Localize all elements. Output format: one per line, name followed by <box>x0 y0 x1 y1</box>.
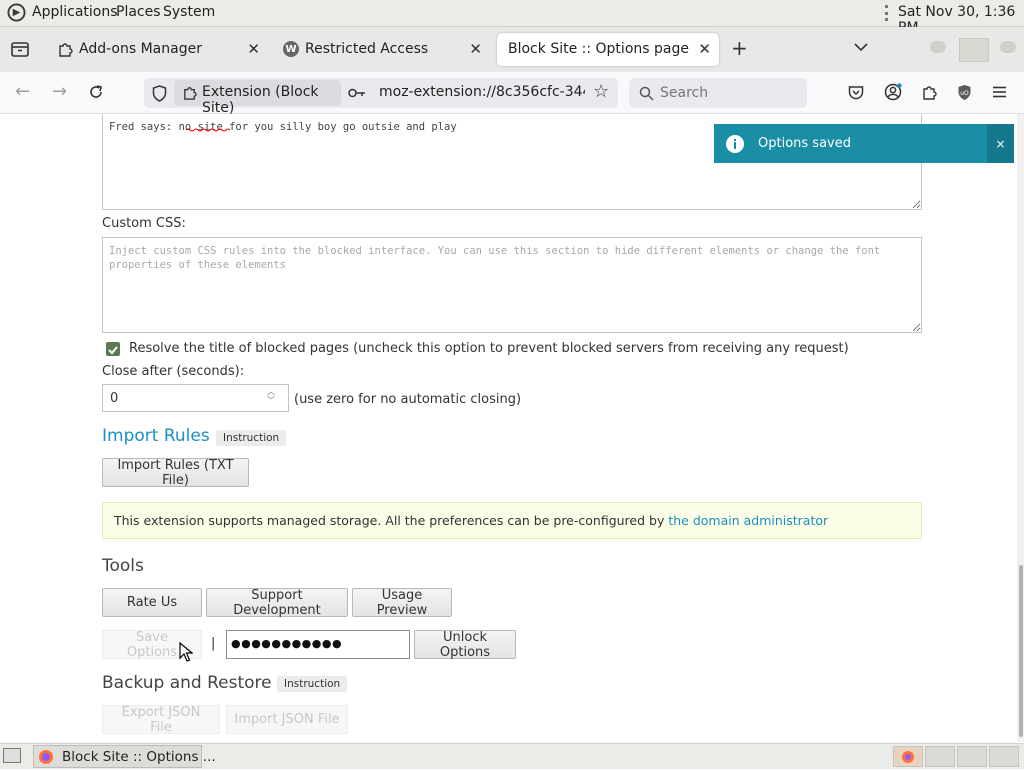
search-box[interactable]: Search <box>629 78 807 108</box>
password-input[interactable]: ●●●●●●●●●●● <box>226 630 410 659</box>
options-page: Fred says: no site for you silly boy go … <box>0 114 1024 742</box>
w-favicon-icon: W <box>283 41 299 57</box>
backup-restore-heading: Backup and Restore <box>102 673 272 693</box>
search-icon <box>639 86 654 101</box>
identity-label: Extension (Block Site) <box>202 84 319 116</box>
show-desktop-icon[interactable] <box>3 748 21 763</box>
search-placeholder: Search <box>660 85 709 101</box>
mouse-pointer-icon <box>179 642 193 662</box>
password-value: ●●●●●●●●●●● <box>231 637 343 650</box>
taskbar-window-button[interactable]: Block Site :: Options ... <box>33 745 216 768</box>
url-text[interactable]: moz-extension://8c356cfc-3449 <box>379 84 585 100</box>
info-icon <box>726 135 744 153</box>
puzzle-icon <box>59 43 73 57</box>
tab-title: Add-ons Manager <box>79 41 202 57</box>
bottom-taskbar: Block Site :: Options ... <box>0 743 1024 769</box>
custom-css-label: Custom CSS: <box>102 216 186 231</box>
managed-storage-notice: This extension supports managed storage.… <box>102 502 922 539</box>
workspace-3[interactable] <box>957 746 987 767</box>
close-after-input[interactable]: 0 ︿ ﹀ <box>102 384 289 412</box>
separator: | <box>211 636 216 651</box>
tab-title: Restricted Access <box>305 41 429 57</box>
close-tab-icon[interactable]: ✕ <box>698 40 711 58</box>
window-maximize-icon[interactable] <box>959 38 989 62</box>
nav-bar: ← → Extension (Block Site) moz-extension… <box>0 72 1024 116</box>
tab-restricted-access[interactable]: W Restricted Access ✕ <box>274 33 490 66</box>
close-after-hint: (use zero for no automatic closing) <box>294 392 522 407</box>
forward-icon[interactable]: → <box>52 81 67 102</box>
resolve-title-checkbox[interactable] <box>106 342 120 356</box>
top-panel: Applications Places System Sat Nov 30, 1… <box>0 0 1024 36</box>
checkmark-icon <box>108 346 118 355</box>
hamburger-menu-icon[interactable] <box>992 86 1007 98</box>
workspace-1[interactable] <box>893 746 923 767</box>
extensions-icon[interactable] <box>921 84 937 100</box>
new-tab-icon[interactable]: + <box>731 36 748 60</box>
scrollbar-thumb[interactable] <box>1019 565 1023 737</box>
account-icon[interactable] <box>884 83 902 101</box>
unlock-options-button[interactable]: Unlock Options <box>414 630 516 660</box>
instruction-badge[interactable]: Instruction <box>277 676 348 692</box>
toast-close-icon[interactable]: × <box>987 124 1014 163</box>
shield-icon[interactable] <box>152 85 167 102</box>
close-tab-icon[interactable]: ✕ <box>247 40 260 58</box>
distro-logo-icon[interactable] <box>7 3 26 22</box>
puzzle-icon <box>184 87 197 100</box>
ublock-icon[interactable]: uO <box>957 84 972 101</box>
list-all-tabs-icon[interactable] <box>854 43 868 52</box>
instruction-badge[interactable]: Instruction <box>216 430 287 446</box>
rate-us-button[interactable]: Rate Us <box>102 588 202 617</box>
export-json-button[interactable]: Export JSON File <box>102 705 220 735</box>
resolve-title-label[interactable]: Resolve the title of blocked pages (unch… <box>129 341 849 356</box>
tab-block-site-options[interactable]: Block Site :: Options page ✕ <box>497 33 719 66</box>
taskbar-window-title: Block Site :: Options ... <box>62 749 216 765</box>
firefox-view-icon[interactable] <box>11 41 29 57</box>
managed-notice-text: This extension supports managed storage.… <box>114 513 669 528</box>
import-json-button[interactable]: Import JSON File <box>226 705 348 734</box>
import-rules-button[interactable]: Import Rules (TXT File) <box>102 458 249 488</box>
close-tab-icon[interactable]: ✕ <box>469 40 482 58</box>
close-after-value: 0 <box>110 391 119 406</box>
firefox-icon <box>902 751 914 763</box>
options-saved-toast: Options saved × <box>714 124 1014 163</box>
custom-css-textarea[interactable] <box>102 237 922 333</box>
identity-box[interactable]: Extension (Block Site) <box>174 80 341 116</box>
firefox-icon <box>39 750 53 764</box>
reload-icon[interactable] <box>88 84 104 100</box>
key-icon[interactable] <box>348 88 366 98</box>
spellcheck-underline <box>186 128 230 132</box>
pocket-icon[interactable] <box>848 85 864 100</box>
bookmark-star-icon[interactable]: ☆ <box>593 81 609 102</box>
workspace-2[interactable] <box>925 746 955 767</box>
domain-administrator-link[interactable]: the domain administrator <box>668 513 828 528</box>
places-menu[interactable]: Places <box>116 4 161 20</box>
close-after-label: Close after (seconds): <box>102 364 245 379</box>
workspace-4[interactable] <box>989 746 1019 767</box>
applications-menu[interactable]: Applications <box>32 4 118 20</box>
number-spinner-icon[interactable]: ︿ ﹀ <box>267 387 275 405</box>
tab-addons-manager[interactable]: Add-ons Manager ✕ <box>48 33 268 66</box>
svg-text:uO: uO <box>960 90 969 97</box>
window-close-icon[interactable] <box>1000 41 1016 53</box>
tab-title: Block Site :: Options page <box>508 41 689 57</box>
usage-preview-button[interactable]: Usage Preview <box>352 588 452 618</box>
toast-message: Options saved <box>758 136 851 151</box>
back-icon[interactable]: ← <box>15 81 30 102</box>
tab-bar: Add-ons Manager ✕ W Restricted Access ✕ … <box>0 27 1024 73</box>
import-rules-heading: Import Rules <box>102 426 210 446</box>
url-bar[interactable]: Extension (Block Site) moz-extension://8… <box>144 78 618 116</box>
tools-heading: Tools <box>102 556 144 576</box>
support-development-button[interactable]: Support Development <box>206 588 348 618</box>
window-minimize-icon[interactable] <box>930 41 946 53</box>
panel-handle-icon <box>885 5 891 21</box>
system-menu[interactable]: System <box>163 4 215 20</box>
